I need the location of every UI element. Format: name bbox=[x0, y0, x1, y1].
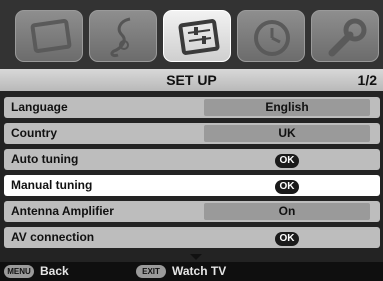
tab-sound[interactable] bbox=[89, 10, 157, 62]
ok-button-icon[interactable]: OK bbox=[275, 180, 299, 194]
row-value[interactable]: UK bbox=[204, 125, 370, 142]
menu-row-antenna-amplifier[interactable]: Antenna Amplifier On bbox=[4, 201, 380, 222]
row-label: AV connection bbox=[11, 230, 95, 244]
menu-row-language[interactable]: Language English bbox=[4, 97, 380, 118]
row-label: Country bbox=[11, 126, 57, 140]
row-label: Antenna Amplifier bbox=[11, 204, 114, 218]
row-label: Auto tuning bbox=[11, 152, 79, 166]
menu-row-country[interactable]: Country UK bbox=[4, 123, 380, 144]
menu-key-badge[interactable]: MENU bbox=[4, 265, 34, 278]
footer-hint-bar: MENU Back EXIT Watch TV bbox=[0, 262, 383, 281]
exit-key-badge[interactable]: EXIT bbox=[136, 265, 166, 278]
page-indicator: 1/2 bbox=[357, 72, 377, 88]
row-label: Language bbox=[11, 100, 68, 114]
page-title: SET UP bbox=[166, 72, 217, 88]
scroll-down-arrow-icon[interactable] bbox=[190, 254, 202, 260]
ok-button-icon[interactable]: OK bbox=[275, 232, 299, 246]
tab-picture[interactable] bbox=[15, 10, 83, 62]
row-value[interactable]: OK bbox=[204, 229, 370, 246]
row-value[interactable]: OK bbox=[204, 177, 370, 194]
row-value[interactable]: English bbox=[204, 99, 370, 116]
watch-tv-hint: Watch TV bbox=[172, 264, 227, 278]
row-label: Manual tuning bbox=[11, 178, 93, 192]
row-value[interactable]: On bbox=[204, 203, 370, 220]
row-value[interactable]: OK bbox=[204, 151, 370, 168]
clock-icon bbox=[254, 20, 290, 56]
back-hint: Back bbox=[40, 264, 69, 278]
title-bar: SET UP 1/2 bbox=[0, 69, 383, 91]
tab-timer[interactable] bbox=[237, 10, 305, 62]
wrench-icon bbox=[328, 18, 367, 57]
tab-tools[interactable] bbox=[311, 10, 379, 62]
menu-row-av-connection[interactable]: AV connection OK bbox=[4, 227, 380, 248]
tab-setup[interactable] bbox=[163, 10, 231, 62]
setup-menu-list: Language English Country UK Auto tuning … bbox=[4, 97, 380, 253]
menu-tab-strip bbox=[0, 0, 383, 69]
menu-row-auto-tuning[interactable]: Auto tuning OK bbox=[4, 149, 380, 170]
ok-button-icon[interactable]: OK bbox=[275, 154, 299, 168]
tv-menu-screen: SET UP 1/2 Language English Country UK A… bbox=[0, 0, 383, 281]
setup-sliders-icon bbox=[178, 19, 220, 55]
menu-row-manual-tuning[interactable]: Manual tuning OK bbox=[4, 175, 380, 196]
picture-icon bbox=[30, 19, 72, 53]
music-note-icon bbox=[110, 17, 131, 57]
